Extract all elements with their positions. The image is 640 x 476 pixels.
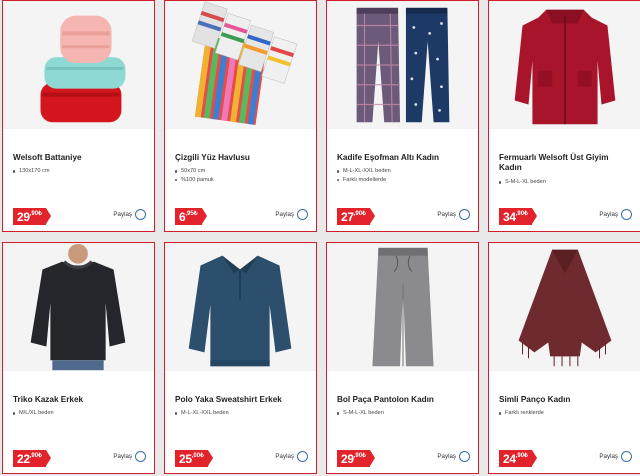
product-features: M-L-XL-XXL beden Farklı modellerde — [337, 167, 470, 185]
blanket-stack-image[interactable] — [3, 1, 154, 129]
feature-item: Farklı modellerde — [337, 176, 470, 185]
price-tag: 25,00 ₺ — [175, 450, 213, 467]
striped-towels-image[interactable] — [165, 1, 316, 129]
product-title[interactable]: Polo Yaka Sweatshirt Erkek — [175, 395, 308, 405]
feature-item: M/L/XL beden — [13, 409, 146, 418]
price-tag: 34,90 ₺ — [499, 208, 537, 225]
product-features: Farklı renklerde — [499, 409, 632, 418]
share-label: Paylaş — [275, 211, 294, 218]
price-integer: 27 — [341, 209, 354, 224]
price-integer: 22 — [17, 451, 30, 466]
product-title[interactable]: Çizgili Yüz Havlusu — [175, 153, 308, 163]
product-features: S-M-L-XL beden — [337, 409, 470, 418]
price-tag: 22,90 ₺ — [13, 450, 51, 467]
product-card[interactable]: Bol Paça Pantolon Kadın S-M-L-XL beden 2… — [326, 242, 479, 474]
share-label: Paylaş — [113, 211, 132, 218]
price-decimal: ,00 — [191, 452, 201, 459]
knit-sweater-image[interactable] — [3, 243, 154, 371]
price-tag: 29,90 ₺ — [337, 450, 375, 467]
currency-symbol: ₺ — [38, 211, 42, 217]
feature-item: M-L-XL-XXL beden — [337, 167, 470, 176]
share-circle-icon[interactable] — [297, 451, 308, 462]
share-circle-icon[interactable] — [135, 451, 146, 462]
product-title[interactable]: Triko Kazak Erkek — [13, 395, 146, 405]
share-label: Paylaş — [275, 453, 294, 460]
price-integer: 29 — [341, 451, 354, 466]
currency-symbol: ₺ — [200, 453, 204, 459]
share-button[interactable]: Paylaş — [113, 209, 146, 220]
currency-symbol: ₺ — [524, 211, 528, 217]
share-label: Paylaş — [437, 211, 456, 218]
share-circle-icon[interactable] — [135, 209, 146, 220]
currency-symbol: ₺ — [524, 453, 528, 459]
price-decimal: ,90 — [353, 210, 363, 217]
price-tag: 29,90 ₺ — [13, 208, 51, 225]
pajama-pants-image[interactable] — [327, 1, 478, 129]
feature-item: S-M-L-XL beden — [499, 178, 632, 187]
share-button[interactable]: Paylaş — [437, 209, 470, 220]
product-title[interactable]: Bol Paça Pantolon Kadın — [337, 395, 470, 405]
share-circle-icon[interactable] — [297, 209, 308, 220]
product-card[interactable]: Simli Panço Kadın Farklı renklerde 24,90… — [488, 242, 640, 474]
share-button[interactable]: Paylaş — [113, 451, 146, 462]
share-button[interactable]: Paylaş — [275, 451, 308, 462]
share-circle-icon[interactable] — [459, 451, 470, 462]
price-decimal: ,90 — [353, 452, 363, 459]
product-card[interactable]: Kadife Eşofman Altı Kadın M-L-XL-XXL bed… — [326, 0, 479, 232]
share-circle-icon[interactable] — [621, 209, 632, 220]
price-integer: 25 — [179, 451, 192, 466]
feature-item: %100 pamuk — [175, 176, 308, 185]
product-card[interactable]: Fermuarlı Welsoft Üst Giyim Kadın S-M-L-… — [488, 0, 640, 232]
product-features: 130x170 cm — [13, 167, 146, 176]
wide-leg-pants-image[interactable] — [327, 243, 478, 371]
feature-item: M-L-XL-XXL beden — [175, 409, 308, 418]
price-decimal: ,90 — [515, 452, 525, 459]
share-label: Paylaş — [599, 211, 618, 218]
poncho-image[interactable] — [489, 243, 640, 371]
price-integer: 24 — [503, 451, 516, 466]
currency-symbol: ₺ — [362, 453, 366, 459]
currency-symbol: ₺ — [362, 211, 366, 217]
zip-fleece-jacket-image[interactable] — [489, 1, 640, 129]
price-tag: 27,90 ₺ — [337, 208, 375, 225]
currency-symbol: ₺ — [38, 453, 42, 459]
feature-item: Farklı renklerde — [499, 409, 632, 418]
share-button[interactable]: Paylaş — [437, 451, 470, 462]
product-grid: Welsoft Battaniye 130x170 cm 29,90 ₺ Payl… — [0, 0, 640, 476]
product-card[interactable]: Triko Kazak Erkek M/L/XL beden 22,90 ₺ Pa… — [2, 242, 155, 474]
product-features: M-L-XL-XXL beden — [175, 409, 308, 418]
price-decimal: ,90 — [29, 210, 39, 217]
share-button[interactable]: Paylaş — [275, 209, 308, 220]
product-title[interactable]: Simli Panço Kadın — [499, 395, 632, 405]
share-button[interactable]: Paylaş — [599, 451, 632, 462]
polo-sweatshirt-image[interactable] — [165, 243, 316, 371]
product-features: M/L/XL beden — [13, 409, 146, 418]
price-integer: 34 — [503, 209, 516, 224]
share-label: Paylaş — [113, 453, 132, 460]
product-title[interactable]: Kadife Eşofman Altı Kadın — [337, 153, 470, 163]
share-circle-icon[interactable] — [459, 209, 470, 220]
product-features: 50x70 cm %100 pamuk — [175, 167, 308, 185]
product-card[interactable]: Çizgili Yüz Havlusu 50x70 cm %100 pamuk … — [164, 0, 317, 232]
product-card[interactable]: Polo Yaka Sweatshirt Erkek M-L-XL-XXL be… — [164, 242, 317, 474]
product-card[interactable]: Welsoft Battaniye 130x170 cm 29,90 ₺ Payl… — [2, 0, 155, 232]
share-button[interactable]: Paylaş — [599, 209, 632, 220]
price-integer: 29 — [17, 209, 30, 224]
price-decimal: ,90 — [515, 210, 525, 217]
share-label: Paylaş — [437, 453, 456, 460]
price-decimal: ,90 — [29, 452, 39, 459]
product-title[interactable]: Fermuarlı Welsoft Üst Giyim Kadın — [499, 153, 632, 173]
product-title[interactable]: Welsoft Battaniye — [13, 153, 146, 163]
currency-symbol: ₺ — [193, 211, 198, 217]
share-label: Paylaş — [599, 453, 618, 460]
feature-item: 50x70 cm — [175, 167, 308, 176]
price-tag: 24,90 ₺ — [499, 450, 537, 467]
feature-item: 130x170 cm — [13, 167, 146, 176]
price-tag: 6,95 ₺ — [175, 208, 207, 225]
share-circle-icon[interactable] — [621, 451, 632, 462]
product-features: S-M-L-XL beden — [499, 178, 632, 187]
price-decimal: ,95 — [185, 210, 194, 217]
feature-item: S-M-L-XL beden — [337, 409, 470, 418]
